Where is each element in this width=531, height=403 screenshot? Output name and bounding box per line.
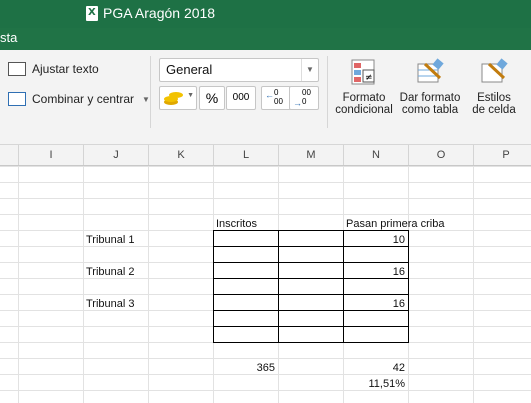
ribbon-separator xyxy=(150,56,151,128)
cell-border xyxy=(213,278,279,295)
cell-border xyxy=(278,326,344,343)
column-header-n[interactable]: N xyxy=(344,145,409,165)
cell-border xyxy=(213,294,279,311)
cell-border xyxy=(343,326,409,343)
decrease-decimal-button[interactable]: → 00 0 xyxy=(289,86,319,110)
thousands-label: 000 xyxy=(232,92,250,103)
grid-line xyxy=(0,166,531,167)
grid-line xyxy=(0,390,531,391)
grid-line xyxy=(0,182,531,183)
column-header-row: I J K L M N O P xyxy=(0,145,531,166)
column-header-k[interactable]: K xyxy=(149,145,214,165)
format-table-icon xyxy=(416,58,444,86)
format-table-label-2: como tabla xyxy=(401,104,459,116)
cell-border xyxy=(343,310,409,327)
cell-styles-icon xyxy=(480,58,508,86)
cell-tribunal-1-value[interactable]: 10 xyxy=(343,234,405,246)
grid-line xyxy=(0,358,531,359)
cell-border xyxy=(278,230,344,247)
row-header-corner xyxy=(0,145,19,165)
wrap-text-icon xyxy=(8,62,26,76)
grid-line xyxy=(0,214,531,215)
decrease-decimal-label: 00 0 xyxy=(302,88,311,106)
format-table-label-1: Dar formato xyxy=(399,92,461,104)
cell-tribunal-2[interactable]: Tribunal 2 xyxy=(86,266,135,278)
merge-center-label: Combinar y centrar xyxy=(32,92,135,106)
cell-tribunal-2-value[interactable]: 16 xyxy=(343,266,405,278)
cell-border xyxy=(343,246,409,263)
chevron-down-icon[interactable]: ▼ xyxy=(301,59,318,81)
ribbon-tab-bar: sta xyxy=(0,28,531,50)
cell-border xyxy=(278,246,344,263)
ribbon: Ajustar texto Combinar y centrar ▼ Gener… xyxy=(0,50,531,145)
arrow-right-icon: → xyxy=(293,98,302,108)
cell-styles-label-1: Estilos xyxy=(477,92,511,104)
cell-percent[interactable]: 11,51% xyxy=(343,378,406,390)
spreadsheet-grid[interactable]: I J K L M N O P Inscritos Pasan primera … xyxy=(0,145,531,403)
comma-style-button[interactable]: 000 xyxy=(226,86,256,110)
column-header-p[interactable]: P xyxy=(474,145,531,165)
conditional-format-label-1: Formato xyxy=(342,92,386,104)
cell-border xyxy=(213,310,279,327)
window-title: PGA Aragón 2018 xyxy=(103,5,216,21)
number-format-value: General xyxy=(166,62,213,77)
cell-border xyxy=(278,294,344,311)
cell-border xyxy=(213,262,279,279)
cell-border xyxy=(213,230,279,247)
tab-vista[interactable]: sta xyxy=(0,30,17,45)
percent-label: % xyxy=(205,90,219,106)
cell-tribunal-3[interactable]: Tribunal 3 xyxy=(86,298,135,310)
chevron-down-icon[interactable]: ▼ xyxy=(187,92,194,99)
cell-n-pasan[interactable]: Pasan primera criba xyxy=(346,218,444,230)
cell-border xyxy=(278,262,344,279)
conditional-format-button[interactable]: ≠ Formato condicional xyxy=(333,56,395,116)
column-header-i[interactable]: I xyxy=(19,145,84,165)
merge-cells-icon xyxy=(8,92,26,106)
conditional-format-icon: ≠ xyxy=(350,58,378,86)
cell-tribunal-3-value[interactable]: 16 xyxy=(343,298,405,310)
svg-text:≠: ≠ xyxy=(365,73,373,83)
column-header-j[interactable]: J xyxy=(84,145,149,165)
cell-area[interactable]: Inscritos Pasan primera criba Tribunal 1… xyxy=(0,166,531,403)
cell-border xyxy=(213,326,279,343)
wrap-text-label: Ajustar texto xyxy=(32,62,99,76)
grid-line xyxy=(0,374,531,375)
cell-styles-button[interactable]: Estilos de celda xyxy=(466,56,522,116)
grid-line xyxy=(473,166,474,403)
chevron-down-icon[interactable]: ▼ xyxy=(142,95,150,104)
arrow-left-icon: ← xyxy=(265,90,274,100)
column-header-o[interactable]: O xyxy=(409,145,474,165)
wrap-text-button[interactable]: Ajustar texto xyxy=(8,62,99,76)
percent-style-button[interactable]: % xyxy=(199,86,225,110)
conditional-format-label-2: condicional xyxy=(335,104,393,116)
ribbon-separator xyxy=(327,56,328,128)
number-format-select[interactable]: General ▼ xyxy=(159,58,319,82)
cell-tribunal-1[interactable]: Tribunal 1 xyxy=(86,234,135,246)
cell-total-inscritos[interactable]: 365 xyxy=(213,362,275,374)
grid-line xyxy=(18,166,19,403)
format-as-table-button[interactable]: Dar formato como tabla xyxy=(397,56,463,116)
cell-l-inscritos[interactable]: Inscritos xyxy=(216,218,257,230)
grid-line xyxy=(0,198,531,199)
cell-styles-label-2: de celda xyxy=(472,104,516,116)
grid-line xyxy=(148,166,149,403)
column-header-l[interactable]: L xyxy=(214,145,279,165)
cell-border xyxy=(343,278,409,295)
cell-border xyxy=(278,278,344,295)
grid-line xyxy=(83,166,84,403)
title-bar: PGA Aragón 2018 xyxy=(0,0,531,28)
cell-border xyxy=(278,310,344,327)
column-header-m[interactable]: M xyxy=(279,145,344,165)
accounting-format-button[interactable]: ▼ xyxy=(159,86,197,110)
coins-icon xyxy=(164,92,183,105)
merge-center-button[interactable]: Combinar y centrar ▼ xyxy=(8,92,150,106)
excel-document-icon xyxy=(86,6,98,21)
increase-decimal-label: 0 00 xyxy=(274,88,283,106)
cell-total-pasan[interactable]: 42 xyxy=(343,362,405,374)
cell-border xyxy=(213,246,279,263)
increase-decimal-button[interactable]: ← 0 00 xyxy=(261,86,291,110)
